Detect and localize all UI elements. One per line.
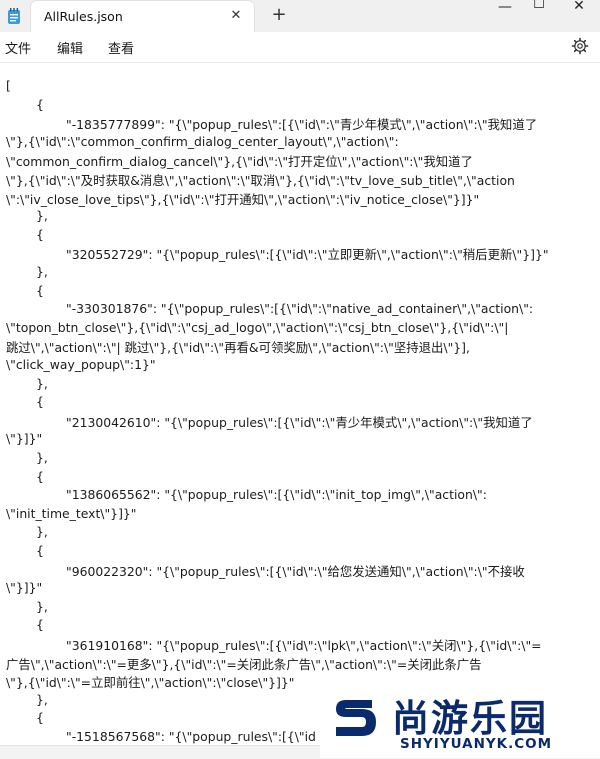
code-line: \"init_time_text\"}]}" (6, 505, 137, 521)
code-line: "-330301876": "{\"popup_rules\":[{\"id\"… (66, 301, 534, 317)
gear-icon[interactable] (571, 37, 589, 55)
menu-edit[interactable]: 编辑 (57, 38, 83, 57)
code-line: "1386065562": "{\"popup_rules\":[{\"id\"… (66, 487, 487, 503)
code-line: { (36, 617, 44, 633)
text-editor[interactable]: [ { "-1835777899": "{\"popup_rules\":[{\"i… (0, 63, 600, 745)
code-line: \"}]}" (6, 580, 43, 596)
code-line: "-1518567568": "{\"popup_rules\":[{\"id (66, 729, 316, 744)
tab-title: AllRules.json (44, 9, 123, 24)
code-line: \":\"iv_close_love_tips\"},{\"id\":\"打开通… (6, 191, 480, 207)
code-line: \"},{\"id\":\"=立即前往\",\"action\":\"close… (6, 675, 295, 691)
code-line: }, (36, 264, 48, 279)
code-line: }, (36, 208, 48, 224)
code-line: }, (36, 524, 48, 540)
code-line: \"topon_btn_close\"},{\"id\":\"csj_ad_lo… (6, 319, 509, 335)
code-line: }, (36, 375, 48, 391)
code-line: \"},{\"id\":\"及时获取&消息\",\"action\":\"取消\… (6, 173, 515, 188)
code-line: { (36, 710, 44, 726)
watermark-logo-icon (336, 700, 376, 736)
new-tab-icon[interactable]: + (268, 5, 290, 27)
menu-bar: 文件 编辑 查看 (0, 32, 600, 63)
code-line: }, (36, 450, 48, 465)
code-line: { (36, 96, 44, 112)
code-line: [ (6, 78, 11, 93)
code-line: "2130042610": "{\"popup_rules\":[{\"id\"… (66, 414, 533, 430)
code-line: }, (36, 691, 48, 707)
minimize-icon[interactable]: — (486, 0, 524, 15)
code-line: \"}]}" (6, 431, 43, 447)
code-line: "361910168": "{\"popup_rules\":[{\"id\":… (66, 638, 542, 653)
code-line: { (36, 226, 44, 242)
code-line: "-1835777899": "{\"popup_rules\":[{\"id\… (66, 117, 538, 133)
code-line: }, (36, 598, 48, 614)
title-bar: AllRules.json ✕ + — ☐ ✕ (0, 0, 600, 33)
menu-file[interactable]: 文件 (5, 38, 31, 57)
notepad-icon (8, 8, 20, 24)
close-window-icon[interactable]: ✕ (560, 0, 598, 14)
watermark-url: SHYIYUANYK.COM (400, 736, 553, 752)
code-line: 广告\",\"action\":\"=更多\"},{\"id\":\"=关闭此条… (6, 656, 482, 672)
code-line: \"common_confirm_dialog_cancel\"},{\"id\… (6, 154, 473, 170)
code-line: "960022320": "{\"popup_rules\":[{\"id\":… (66, 563, 525, 579)
code-line: "320552729": "{\"popup_rules\":[{\"id\":… (66, 247, 549, 263)
code-line: { (36, 468, 44, 484)
tab-allrules[interactable]: AllRules.json ✕ (30, 0, 255, 33)
code-line: { (36, 543, 44, 558)
code-line: { (36, 282, 44, 298)
code-line: \"},{\"id\":\"common_confirm_dialog_cent… (6, 133, 399, 149)
watermark: 尚游乐园 SHYIYUANYK.COM (320, 688, 600, 758)
watermark-text: 尚游乐园 (392, 697, 548, 740)
tab-close-icon[interactable]: ✕ (226, 6, 246, 26)
code-line: \"click_way_popup\":1}" (6, 357, 156, 372)
code-line: 跳过\",\"action\":\"| 跳过\"},{\"id\":\"再看&可… (6, 340, 470, 356)
menu-view[interactable]: 查看 (108, 38, 134, 57)
code-line: { (36, 394, 44, 410)
maximize-icon[interactable]: ☐ (520, 0, 558, 12)
